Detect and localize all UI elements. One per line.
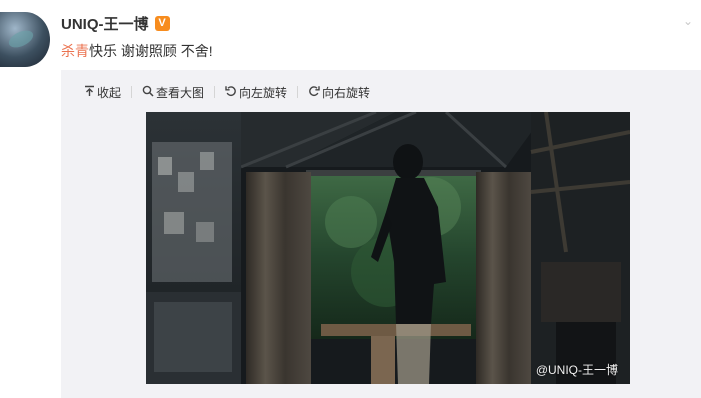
media-toolbar: 收起 查看大图 向左旋转 向右旋转	[83, 84, 370, 100]
post-body: 快乐 谢谢照顾 不舍!	[89, 43, 213, 59]
toolbar-divider	[131, 86, 133, 98]
post-text: 杀青快乐 谢谢照顾 不舍!	[61, 41, 213, 61]
media-box: 收起 查看大图 向左旋转 向右旋转 @UNIQ-王一博	[61, 70, 701, 398]
collapse-button[interactable]: 收起	[83, 84, 121, 101]
toolbar-divider	[214, 86, 216, 98]
collapse-arrow-icon	[83, 85, 95, 100]
rotate-left-label: 向左旋转	[239, 85, 288, 100]
view-large-label: 查看大图	[156, 85, 205, 100]
avatar-image-detail	[6, 27, 36, 51]
avatar[interactable]	[0, 12, 50, 67]
post-photo[interactable]: @UNIQ-王一博	[146, 112, 630, 384]
photo-scene	[146, 112, 630, 384]
rotate-right-icon	[308, 85, 320, 100]
image-watermark: @UNIQ-王一博	[535, 363, 618, 377]
collapse-label: 收起	[97, 85, 122, 100]
author-name[interactable]: UNIQ-王一博	[61, 13, 149, 34]
verified-badge-icon: V	[154, 15, 170, 31]
rotate-right-button[interactable]: 向右旋转	[308, 84, 370, 101]
rotate-left-button[interactable]: 向左旋转	[225, 84, 287, 101]
rotate-left-icon	[225, 85, 237, 100]
toolbar-divider	[297, 86, 299, 98]
hashtag-link[interactable]: 杀青	[61, 43, 89, 59]
rotate-right-label: 向右旋转	[322, 85, 371, 100]
author-row: UNIQ-王一博 V	[61, 13, 170, 33]
magnifier-icon	[142, 85, 154, 100]
view-large-button[interactable]: 查看大图	[142, 84, 204, 101]
chevron-down-icon[interactable]: ⌄	[683, 14, 693, 28]
